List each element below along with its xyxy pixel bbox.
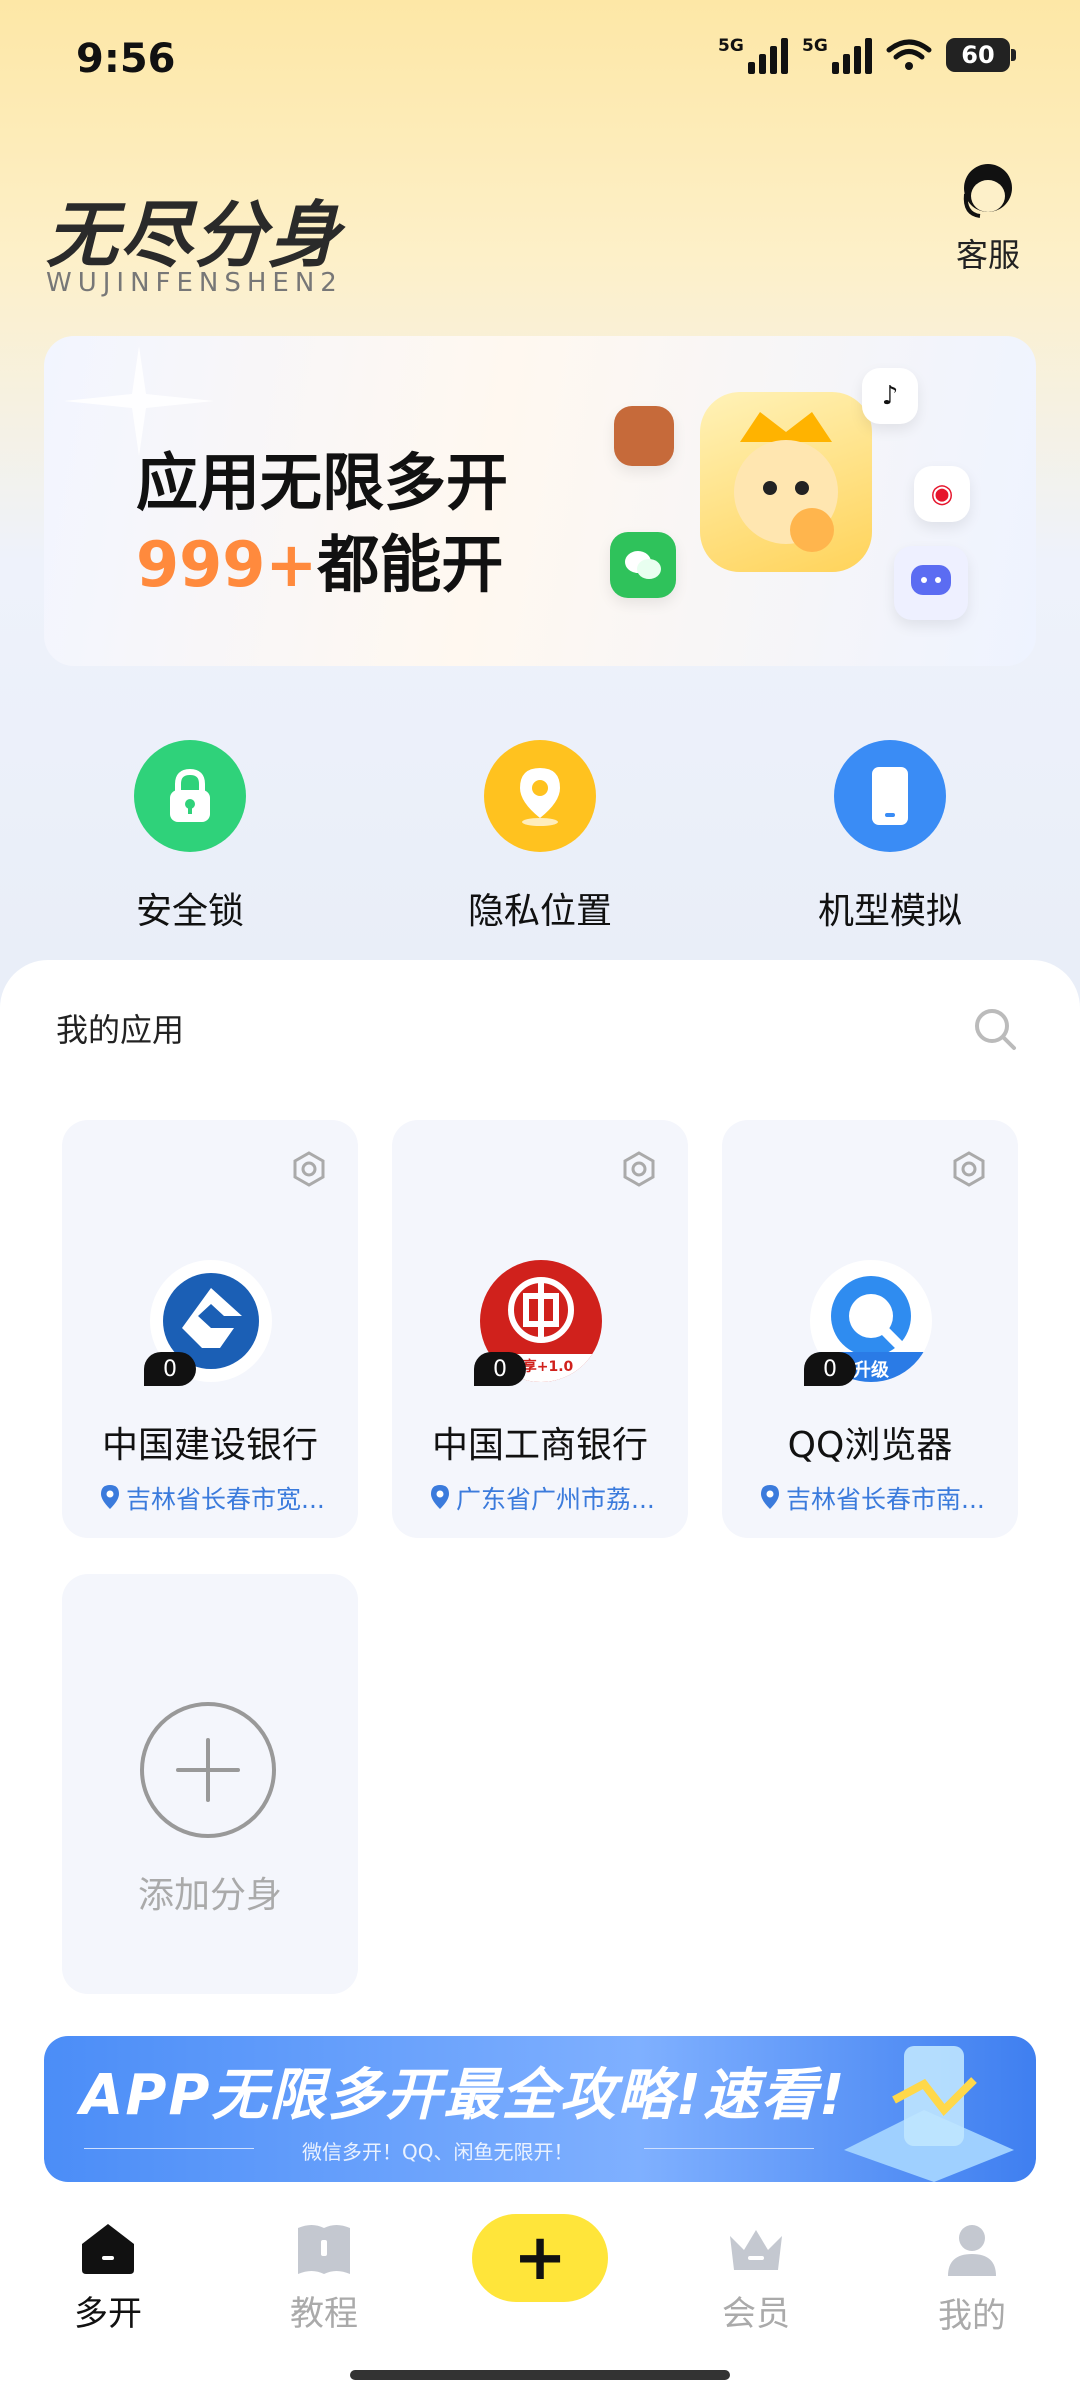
app-location-text: 吉林省长春市南... [786, 1485, 985, 1514]
feature-security-lock[interactable]: 安全锁 [80, 740, 300, 934]
banner-subheadline: 999+都能开 [136, 514, 503, 604]
app-name: 中国建设银行 [101, 1425, 318, 1466]
home-indicator[interactable] [350, 2370, 730, 2380]
app-name: QQ浏览器 [787, 1425, 953, 1466]
tab-tutorial[interactable]: 教程 [254, 2222, 394, 2335]
crown-icon [730, 2230, 782, 2270]
location-pin-icon [484, 740, 596, 852]
tab-label: 会员 [722, 2294, 790, 2334]
location-pin-icon [761, 1485, 779, 1509]
location-pin-icon [431, 1485, 449, 1509]
app-logo-subtitle: WUJINFENSHEN2 [46, 268, 343, 298]
banner-subheadline-rest: 都能开 [317, 528, 504, 601]
settings-icon[interactable] [950, 1150, 988, 1188]
signal-icon: 5G [802, 36, 872, 74]
status-icons: 5G 5G 60 [718, 36, 1016, 74]
search-icon[interactable] [972, 1006, 1020, 1054]
instance-count-badge: 0 [144, 1352, 196, 1386]
instance-count-badge: 0 [474, 1352, 526, 1386]
battery-icon: 60 [946, 38, 1016, 72]
wechat-icon [610, 532, 676, 598]
customer-service-button[interactable]: 客服 [940, 158, 1036, 276]
tiktok-icon: ♪ [862, 368, 918, 424]
home-icon [82, 2224, 134, 2274]
game-app-icon [614, 406, 674, 466]
tab-multi-open[interactable]: 多开 [38, 2222, 178, 2335]
app-logo: 无尽分身 [46, 193, 343, 277]
signal-label: 5G [718, 36, 744, 56]
feature-label: 机型模拟 [817, 891, 962, 932]
divider [84, 2148, 254, 2149]
add-clone-button[interactable]: 添加分身 [62, 1574, 358, 1994]
tab-profile[interactable]: 我的 [902, 2222, 1042, 2337]
mascot-icon [700, 392, 872, 572]
feature-device-simulation[interactable]: 机型模拟 [780, 740, 1000, 934]
promo-banner-bottom[interactable]: APP无限多开最全攻略!速看! 微信多开！QQ、闲鱼无限开！ [44, 2036, 1036, 2182]
app-location: 吉林省长春市南... [760, 1480, 1026, 1516]
banner-highlight: 999+ [136, 528, 318, 601]
feature-label: 隐私位置 [467, 891, 612, 932]
app-location: 吉林省长春市宽... [100, 1480, 366, 1516]
customer-service-icon [963, 164, 1012, 218]
app-location: 广东省广州市荔... [430, 1480, 696, 1516]
feature-privacy-location[interactable]: 隐私位置 [430, 740, 650, 934]
section-title: 我的应用 [56, 1011, 185, 1049]
signal-icon: 5G [718, 36, 788, 74]
customer-service-label: 客服 [955, 236, 1020, 274]
tab-label: 多开 [74, 2294, 142, 2334]
promo-banner-top[interactable]: 应用无限多开 999+都能开 ♪ ◉ [44, 336, 1036, 666]
book-icon [298, 2225, 350, 2274]
app-location-text: 广东省广州市荔... [456, 1485, 655, 1514]
phone-illustration-icon [844, 2046, 1014, 2182]
instance-count-badge: 0 [804, 1352, 856, 1386]
app-name: 中国工商银行 [431, 1425, 648, 1466]
status-time: 9:56 [76, 36, 176, 82]
weibo-icon: ◉ [914, 466, 970, 522]
app-card[interactable]: 升级 0 QQ浏览器 吉林省长春市南... [722, 1120, 1018, 1538]
battery-level: 60 [961, 41, 995, 69]
divider [644, 2148, 814, 2149]
phone-icon [834, 740, 946, 852]
plus-icon [140, 1702, 276, 1838]
promo-subtitle: 微信多开！QQ、闲鱼无限开！ [302, 2140, 574, 2164]
lock-icon [134, 740, 246, 852]
tab-label: 教程 [290, 2294, 358, 2334]
chat-app-icon [894, 546, 968, 620]
settings-icon[interactable] [620, 1150, 658, 1188]
app-location-text: 吉林省长春市宽... [126, 1485, 325, 1514]
promo-title: APP无限多开最全攻略!速看! [80, 2063, 847, 2128]
feature-label: 安全锁 [135, 891, 244, 932]
location-pin-icon [101, 1485, 119, 1509]
settings-icon[interactable] [290, 1150, 328, 1188]
app-card[interactable]: 0 中国建设银行 吉林省长春市宽... [62, 1120, 358, 1538]
banner-headline: 应用无限多开 [136, 446, 509, 519]
wifi-icon [886, 39, 932, 70]
signal-label: 5G [802, 36, 828, 56]
tab-membership[interactable]: 会员 [686, 2222, 826, 2335]
add-button[interactable]: + [472, 2214, 608, 2302]
profile-icon [948, 2225, 996, 2276]
app-card[interactable]: 尊享+1.0 0 中国工商银行 广东省广州市荔... [392, 1120, 688, 1538]
add-clone-label: 添加分身 [137, 1875, 282, 1916]
tab-label: 我的 [938, 2296, 1006, 2336]
